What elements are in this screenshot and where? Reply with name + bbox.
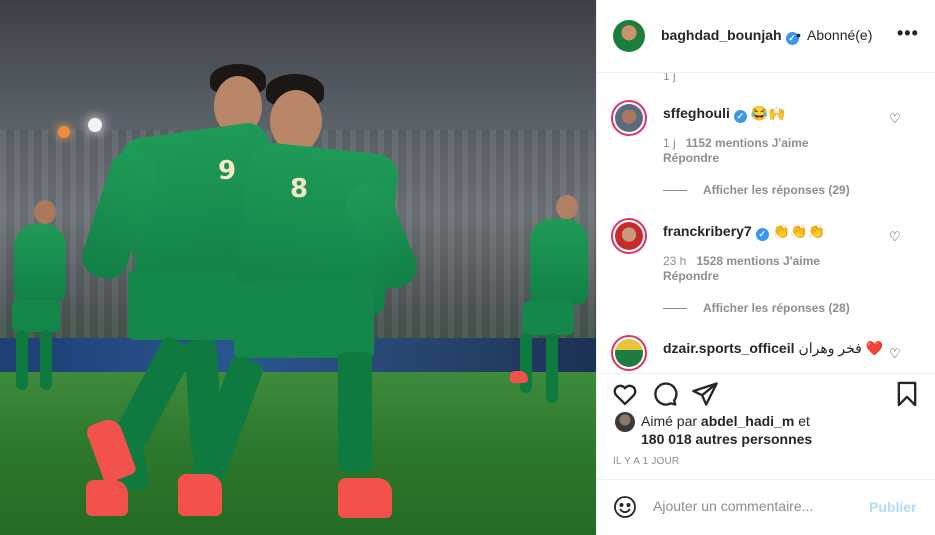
author-username-text[interactable]: baghdad_bounjah bbox=[661, 27, 782, 43]
background-player-right bbox=[500, 195, 590, 415]
comment-line: sffeghouli ✓ 😂🙌 bbox=[663, 105, 786, 123]
others-likes-link[interactable]: 180 018 autres personnes bbox=[641, 431, 812, 447]
commenter-username[interactable]: sffeghouli bbox=[663, 105, 730, 121]
player-number-8: 8 bbox=[178, 70, 430, 530]
comment-likes[interactable]: 1528 mentions J'aime bbox=[696, 254, 820, 268]
liker-avatar[interactable] bbox=[615, 412, 635, 432]
likes-summary: Aimé par abdel_hadi_m et 180 018 autres … bbox=[597, 410, 935, 450]
comment-like-icon[interactable]: ♡ bbox=[889, 111, 903, 126]
author-username[interactable]: baghdad_bounjah ✓ bbox=[661, 27, 799, 45]
heart-icon[interactable] bbox=[611, 380, 639, 408]
replies-divider bbox=[663, 308, 687, 310]
header-separator: • bbox=[796, 27, 801, 43]
liker-username[interactable]: abdel_hadi_m bbox=[701, 413, 794, 429]
post-date[interactable]: IL Y A 1 JOUR bbox=[613, 456, 679, 467]
commenter-avatar[interactable] bbox=[611, 218, 647, 254]
comment-line: dzair.sports_officeil فخر وهران ❤️ bbox=[663, 340, 883, 357]
comment-icon[interactable] bbox=[651, 380, 679, 408]
comment-like-icon[interactable]: ♡ bbox=[889, 229, 903, 244]
comments-list[interactable]: 1 j sffeghouli ✓ 😂🙌 ♡ 1 j 1152 mentions J'a… bbox=[597, 73, 935, 373]
stadium-light-orange bbox=[58, 126, 70, 138]
view-replies-button[interactable]: Afficher les réponses (28) bbox=[663, 301, 850, 315]
comment-time: 23 h bbox=[663, 254, 687, 268]
add-comment-bar: Publier bbox=[597, 479, 935, 535]
previous-comment-time: 1 j bbox=[663, 73, 676, 83]
replies-divider bbox=[663, 190, 687, 192]
share-icon[interactable] bbox=[691, 380, 719, 408]
verified-badge-icon: ✓ bbox=[755, 228, 769, 241]
follow-status-button[interactable]: Abonné(e) bbox=[807, 27, 872, 43]
comment-like-icon[interactable]: ♡ bbox=[889, 346, 903, 361]
commenter-avatar[interactable] bbox=[611, 335, 647, 371]
publish-button[interactable]: Publier bbox=[869, 499, 916, 515]
more-options-icon[interactable]: ••• bbox=[897, 24, 921, 46]
author-avatar[interactable] bbox=[613, 20, 645, 52]
comment-text: فخر وهران ❤️ bbox=[798, 340, 884, 356]
emoji-icon[interactable] bbox=[613, 495, 637, 519]
view-replies-label[interactable]: Afficher les réponses (29) bbox=[703, 183, 850, 197]
reply-button[interactable]: Répondre bbox=[663, 151, 719, 165]
background-player-left bbox=[4, 200, 74, 400]
commenter-username[interactable]: dzair.sports_officeil bbox=[663, 340, 794, 356]
comment-input[interactable] bbox=[653, 498, 863, 514]
liked-by-prefix: Aimé par bbox=[641, 413, 698, 429]
post-photo[interactable]: 9 8 bbox=[0, 0, 596, 535]
comment-text: 😂🙌 bbox=[750, 105, 786, 121]
view-replies-button[interactable]: Afficher les réponses (29) bbox=[663, 183, 850, 197]
post-header: baghdad_bounjah ✓ • Abonné(e) ••• bbox=[597, 0, 935, 73]
comment-text: 👏👏👏 bbox=[772, 223, 826, 239]
post-side-panel: baghdad_bounjah ✓ • Abonné(e) ••• 1 j sff… bbox=[596, 0, 935, 535]
comment-time: 1 j bbox=[663, 136, 676, 150]
comment-meta: 1 j 1152 mentions J'aime bbox=[663, 136, 819, 150]
liked-by-conj: et bbox=[798, 413, 810, 429]
commenter-username[interactable]: franckribery7 bbox=[663, 223, 752, 239]
comment-line: franckribery7 ✓ 👏👏👏 bbox=[663, 223, 825, 241]
commenter-avatar[interactable] bbox=[611, 100, 647, 136]
verified-badge-icon: ✓ bbox=[733, 110, 747, 123]
reply-button[interactable]: Répondre bbox=[663, 269, 719, 283]
bookmark-icon[interactable] bbox=[893, 380, 921, 408]
liked-by-line: Aimé par abdel_hadi_m et bbox=[641, 413, 810, 429]
view-replies-label[interactable]: Afficher les réponses (28) bbox=[703, 301, 850, 315]
comment-meta: 23 h 1528 mentions J'aime bbox=[663, 254, 830, 268]
post-actions-bar bbox=[597, 373, 935, 413]
comment-likes[interactable]: 1152 mentions J'aime bbox=[686, 136, 809, 150]
jersey-number: 8 bbox=[290, 174, 309, 204]
